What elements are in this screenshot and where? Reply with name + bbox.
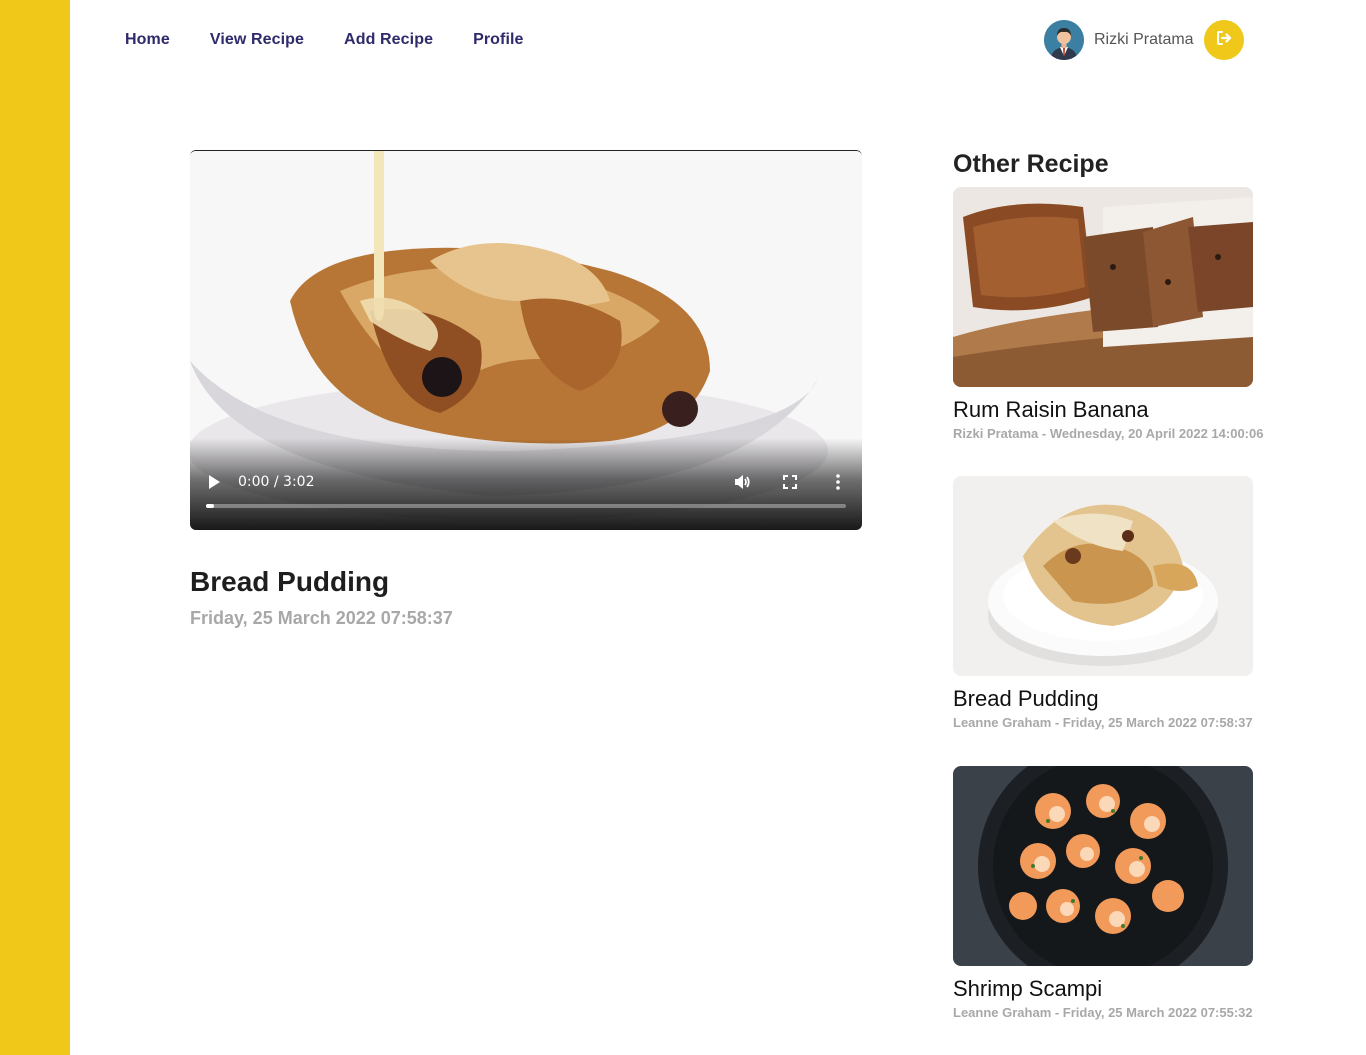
other-recipe-meta: Leanne Graham - Friday, 25 March 2022 07… [953,715,1253,730]
nav-add-recipe-link[interactable]: Add Recipe [344,30,433,50]
more-vertical-icon[interactable] [828,472,848,492]
user-avatar-icon[interactable] [1044,20,1084,60]
recipe-thumbnail[interactable] [953,476,1253,676]
video-progress-fill [206,504,214,508]
other-recipe-card[interactable]: Rum Raisin Banana Rizki Pratama - Wednes… [953,187,1273,443]
recipe-title: Bread Pudding [190,566,390,597]
top-nav: Home View Recipe Add Recipe Profile [125,30,524,50]
nav-profile-link[interactable]: Profile [473,30,524,50]
other-recipe-card[interactable]: Bread Pudding Leanne Graham - Friday, 25… [953,476,1273,732]
logout-button[interactable] [1203,20,1244,60]
sidebar-accent-bar [0,0,70,1055]
other-recipe-meta: Rizki Pratama - Wednesday, 20 April 2022… [953,426,1264,441]
play-icon[interactable] [206,474,222,490]
recipe-date: Friday, 25 March 2022 07:58:37 [190,608,453,628]
other-recipe-heading: Other Recipe [953,150,1109,178]
recipe-video-player[interactable]: 0:00 / 3:02 [190,150,862,530]
other-recipe-title[interactable]: Rum Raisin Banana [953,397,1273,423]
video-time: 0:00 / 3:02 [238,474,315,490]
recipe-thumbnail[interactable] [953,766,1253,966]
user-menu: Rizki Pratama [1044,20,1244,60]
video-controls: 0:00 / 3:02 [190,438,862,530]
other-recipe-meta: Leanne Graham - Friday, 25 March 2022 07… [953,1005,1253,1020]
other-recipe-card[interactable]: Shrimp Scampi Leanne Graham - Friday, 25… [953,766,1273,1022]
video-progress-bar[interactable] [206,504,846,508]
other-recipe-title[interactable]: Bread Pudding [953,686,1273,712]
recipe-thumbnail[interactable] [953,187,1253,387]
fullscreen-icon[interactable] [780,472,800,492]
user-name: Rizki Pratama [1094,31,1194,48]
volume-icon[interactable] [732,472,752,492]
nav-view-recipe-link[interactable]: View Recipe [210,30,304,50]
other-recipe-title[interactable]: Shrimp Scampi [953,976,1273,1002]
nav-home-link[interactable]: Home [125,30,170,50]
sign-out-icon [1215,29,1233,52]
